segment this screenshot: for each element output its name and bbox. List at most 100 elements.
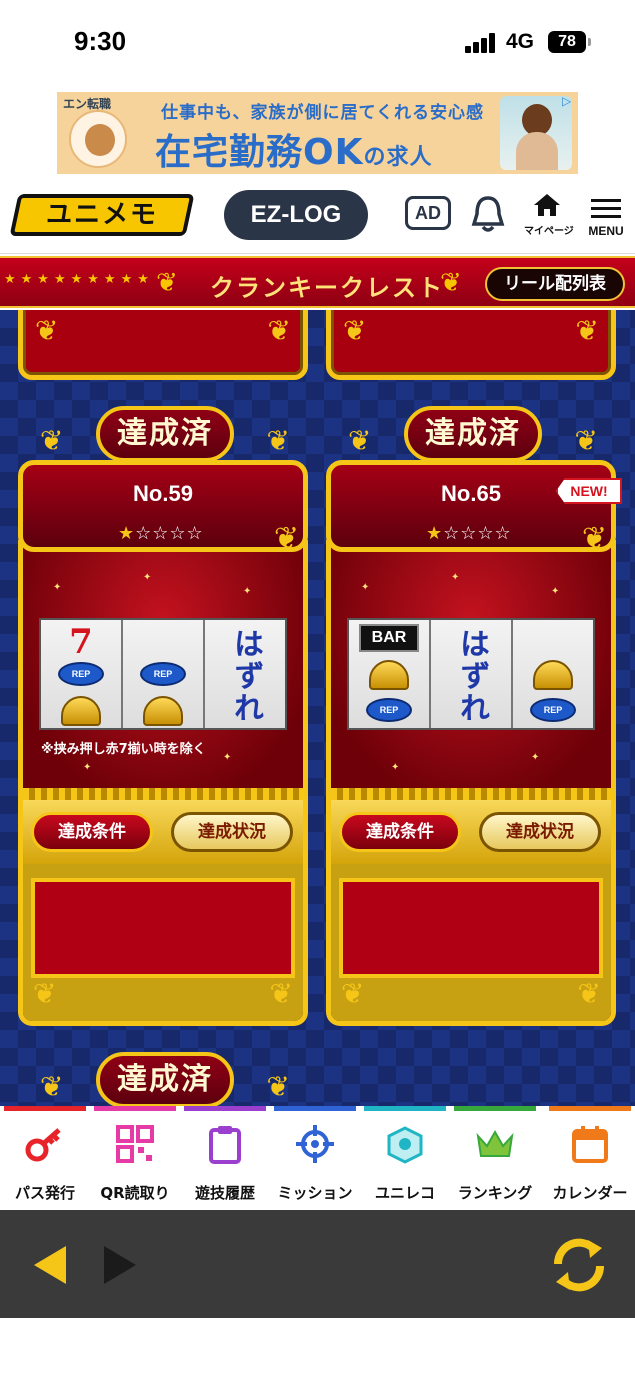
achieved-label: 達成済: [96, 406, 234, 462]
achievement-card-59[interactable]: ✦ ✦ ✦ ✦ ✦ 7 REP REP はずれ ※挟み押し赤7揃い時を除く 達成…: [18, 460, 308, 1026]
reload-icon[interactable]: [548, 1234, 610, 1296]
phoenix-emblem-icon: ❦: [581, 521, 607, 556]
mypage-label: マイページ: [524, 226, 574, 237]
bell-symbol: [533, 660, 573, 690]
status-button[interactable]: 達成状況: [479, 812, 601, 852]
brand-text: ユニメモ: [45, 200, 158, 230]
ornament-icon: ❦: [267, 314, 291, 347]
crown-icon: [476, 1129, 514, 1157]
tab-label: ミッション: [277, 1184, 353, 1202]
tab-label: ランキング: [457, 1184, 533, 1202]
achievement-grid[interactable]: ❦ ❦ ❦ ❦ ❦ 達成済 ❦ ❦ 達成済 ❦ ✦✦✦✦✦ 7 REP: [0, 310, 635, 1106]
adchoices-icon[interactable]: ▷: [562, 94, 576, 108]
site-header: ユニメモ EZ-LOG AD マイページ MENU: [0, 180, 635, 254]
rep-symbol: REP: [58, 662, 104, 686]
card-buttons: 達成条件 達成状況: [331, 800, 611, 864]
bottom-tab-bar: パス発行 QR読取り 遊技履歴 ミッション ユニレコ ランキング カレンダー: [0, 1106, 635, 1210]
ad-button[interactable]: AD: [405, 196, 451, 230]
star-filled: ★: [118, 523, 136, 544]
reel-right: REP: [513, 620, 593, 728]
tab-label: QR読取り: [100, 1184, 170, 1202]
forward-arrow-icon[interactable]: [104, 1246, 136, 1284]
achieved-badge: ❦ 達成済 ❦: [348, 406, 598, 466]
ad-headline: 仕事中も、家族が側に居てくれる安心感: [161, 103, 484, 123]
bar-symbol: BAR: [359, 624, 419, 652]
mypage-button[interactable]: マイページ: [524, 192, 574, 238]
divider: [331, 788, 611, 800]
key-icon: [25, 1128, 61, 1162]
network-type: 4G: [506, 30, 535, 53]
reel-stage: ✦ ✦ ✦ ✦ ✦ BAR REP はずれ REP: [331, 552, 611, 788]
ornament-icon: ❦: [575, 314, 599, 347]
bell-symbol: [143, 696, 183, 726]
tab-calendar[interactable]: カレンダー: [545, 1106, 635, 1210]
bell-symbol: [369, 660, 409, 690]
achieved-label: 達成済: [404, 406, 542, 462]
wing-icon: ❦: [574, 424, 598, 457]
bell-icon[interactable]: [470, 194, 506, 234]
achievement-card-65[interactable]: ✦ ✦ ✦ ✦ ✦ BAR REP はずれ REP 達成条件 達成状況 ❦ ❦ …: [326, 460, 622, 1026]
ornament-icon: ❦: [343, 314, 367, 347]
wing-icon: ❦: [40, 424, 64, 457]
ad-main-copy: 在宅勤務OKの求人: [155, 123, 433, 174]
ornament-icon: ❦: [33, 977, 57, 1010]
brand-logo[interactable]: ユニメモ: [9, 194, 195, 236]
condition-button[interactable]: 達成条件: [339, 812, 461, 852]
tab-strip: [184, 1106, 266, 1111]
battery-icon: 78: [548, 31, 591, 53]
achieved-badge: ❦ 達成済 ❦: [40, 406, 290, 466]
menu-button[interactable]: MENU: [584, 194, 628, 240]
tab-qr[interactable]: QR読取り: [90, 1106, 180, 1210]
card-lower-inner: [31, 878, 295, 978]
rep-symbol: REP: [366, 698, 412, 722]
ornament-icon: ❦: [35, 314, 59, 347]
wing-icon: ❦: [40, 1070, 64, 1103]
tab-mission[interactable]: ミッション: [270, 1106, 360, 1210]
tab-pass[interactable]: パス発行: [0, 1106, 90, 1210]
miss-symbol: はずれ: [454, 628, 489, 724]
ornament-icon: ❦: [577, 977, 601, 1010]
reel-center: REP: [123, 620, 205, 728]
star-empty: ☆☆☆☆: [135, 523, 204, 544]
menu-label: MENU: [588, 224, 624, 238]
seven-symbol: 7: [69, 622, 93, 662]
back-arrow-icon[interactable]: [34, 1246, 66, 1284]
home-icon: [534, 194, 560, 216]
difficulty-stars: ★☆☆☆☆: [426, 523, 512, 544]
miss-symbol: はずれ: [228, 628, 263, 724]
status-button[interactable]: 達成状況: [171, 812, 293, 852]
ornament-icon: ❦: [269, 977, 293, 1010]
prev-card-right[interactable]: ❦ ❦: [326, 310, 616, 380]
ezlog-button[interactable]: EZ-LOG: [224, 190, 368, 240]
reel-left: BAR REP: [349, 620, 431, 728]
card-body: ✦ ✦ ✦ ✦ ✦ 7 REP REP はずれ ※挟み押し赤7揃い時を除く 達成…: [18, 540, 308, 1026]
achieved-label: 達成済: [96, 1052, 234, 1106]
ad-logo: エン転職: [63, 97, 112, 111]
hamburger-icon: [584, 199, 628, 218]
tab-ranking[interactable]: ランキング: [450, 1106, 540, 1210]
ad-banner[interactable]: エン転職 仕事中も、家族が側に居てくれる安心感 在宅勤務OKの求人 ▷: [57, 92, 578, 174]
condition-button[interactable]: 達成条件: [31, 812, 153, 852]
stars-decoration: ★★★★★★★★★: [4, 272, 154, 287]
card-lower-panel: ❦ ❦: [331, 864, 611, 1021]
tab-history[interactable]: 遊技履歴: [180, 1106, 270, 1210]
wing-icon: ❦: [348, 424, 372, 457]
wing-icon: ❦: [266, 424, 290, 457]
card-number: No.59: [133, 481, 193, 506]
rep-symbol: REP: [140, 662, 186, 686]
dog-image: [69, 110, 127, 168]
card-lower-inner: [339, 878, 603, 978]
star-empty: ☆☆☆☆: [443, 523, 512, 544]
ornament-icon: ❦: [341, 977, 365, 1010]
card-body: ✦ ✦ ✦ ✦ ✦ BAR REP はずれ REP 達成条件 達成状況 ❦ ❦: [326, 540, 616, 1026]
wing-icon-right: ❦: [440, 268, 462, 298]
prev-card-left[interactable]: ❦ ❦: [18, 310, 308, 380]
tab-unireco[interactable]: ユニレコ: [360, 1106, 450, 1210]
signal-icon: [465, 33, 497, 53]
tab-strip: [94, 1106, 176, 1111]
tab-strip: [454, 1106, 536, 1111]
wing-icon: ❦: [266, 1070, 290, 1103]
machine-title-band: ★★★★★★★★★ ❦ クランキークレスト ❦ リール配列表: [0, 256, 635, 308]
reel-layout-button[interactable]: リール配列表: [485, 267, 625, 301]
reel-window: 7 REP REP はずれ: [39, 618, 287, 730]
